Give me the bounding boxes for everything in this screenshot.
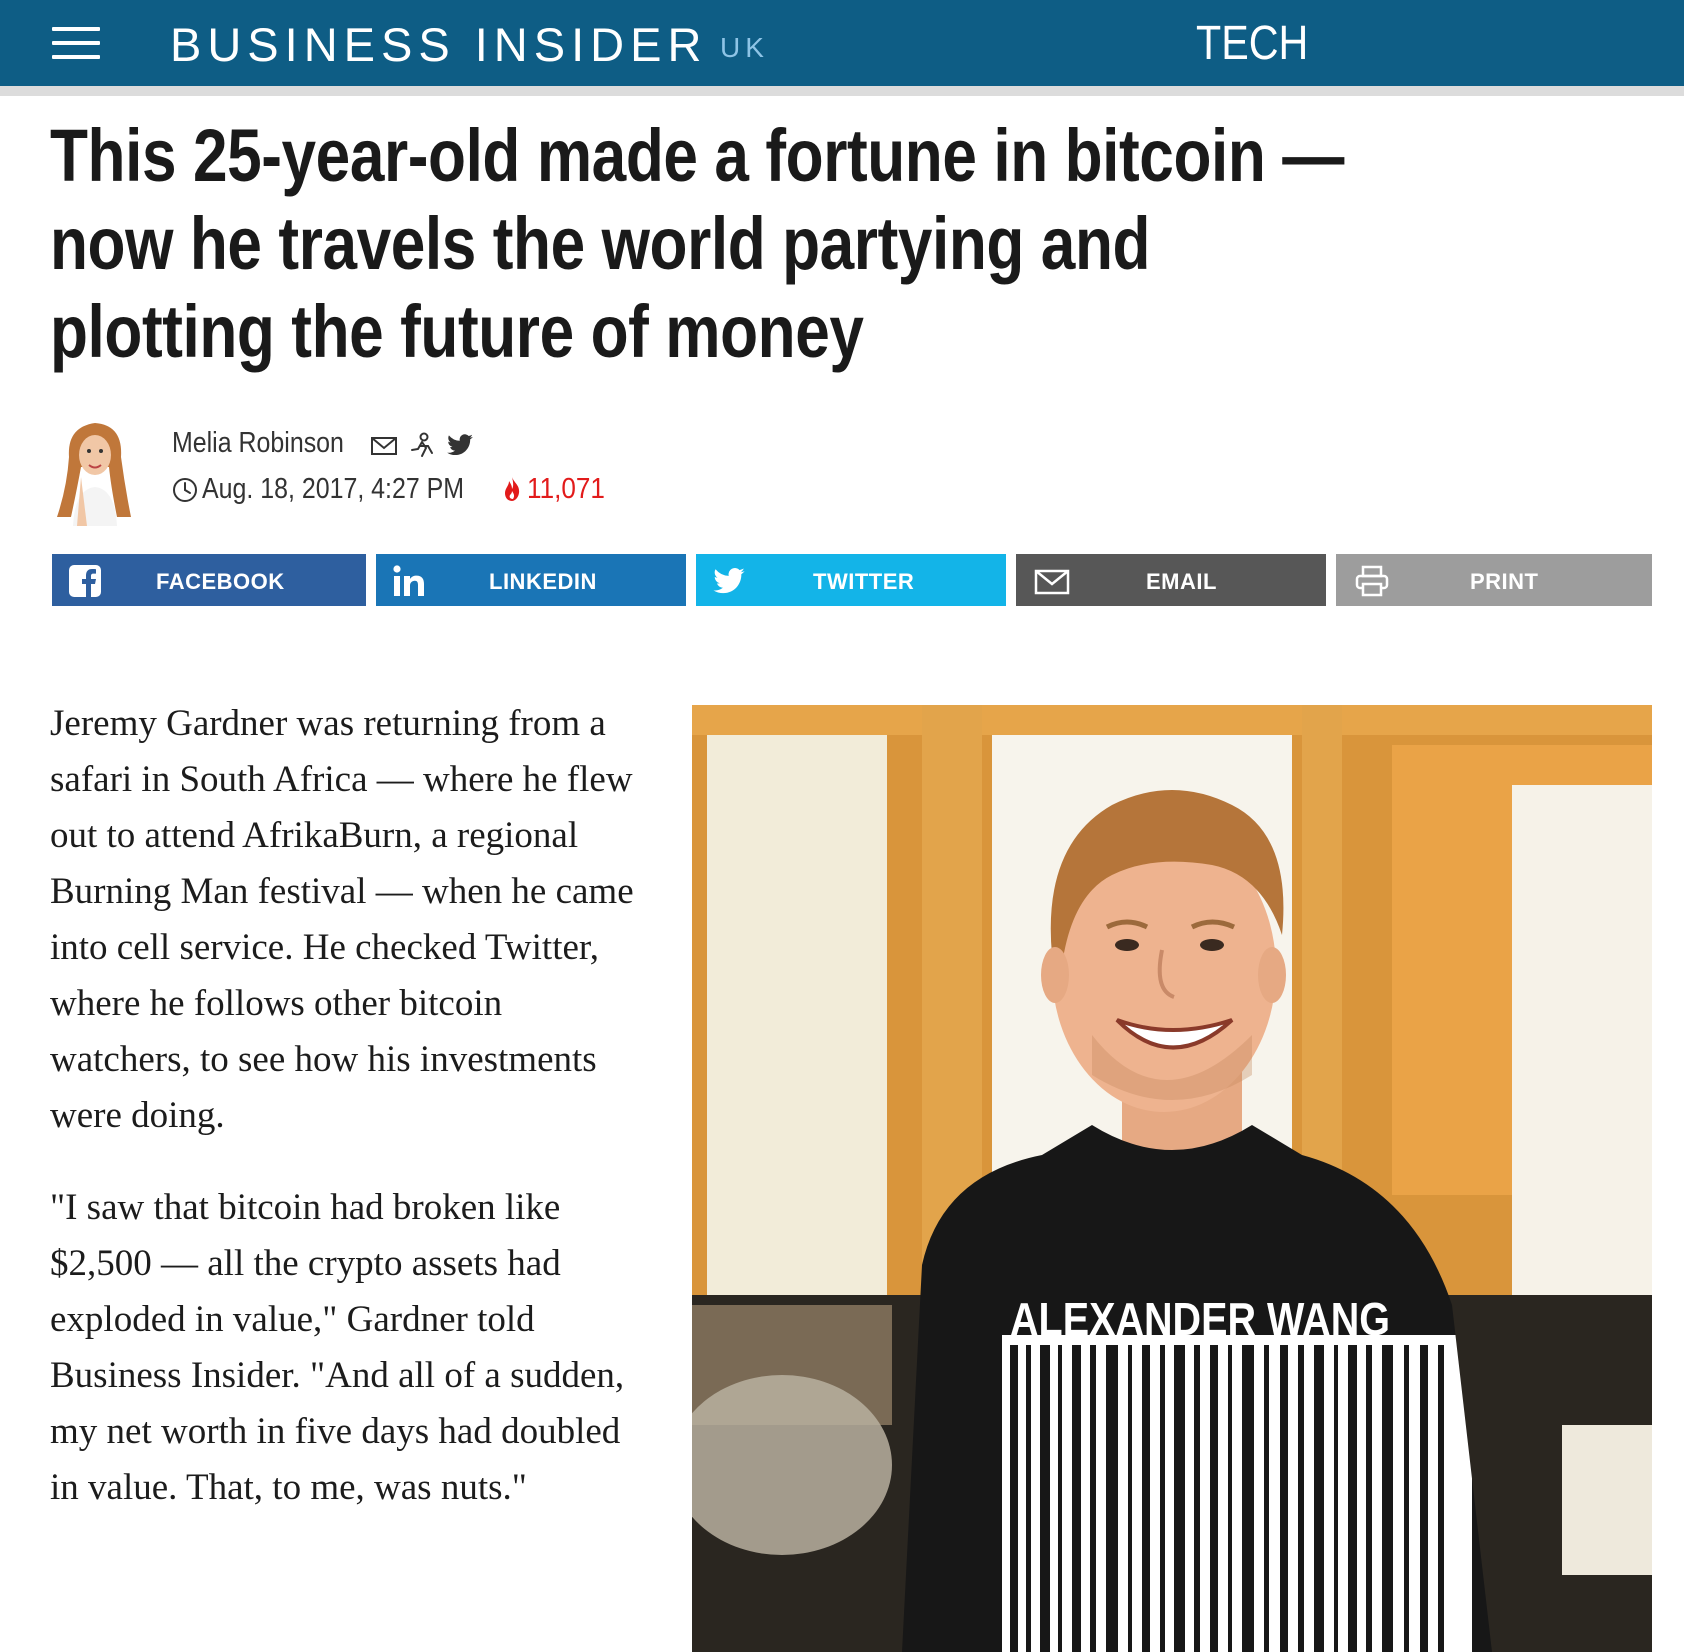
share-linkedin-label: LINKEDIN [489, 569, 597, 594]
linkedin-icon [392, 564, 426, 598]
share-email-button[interactable]: EMAIL [1016, 554, 1326, 606]
share-twitter-button[interactable]: TWITTER [696, 554, 1006, 606]
share-twitter-label: TWITTER [813, 569, 915, 594]
twitter-icon[interactable] [446, 431, 474, 459]
twitter-icon [712, 564, 746, 598]
share-facebook-label: FACEBOOK [156, 569, 285, 594]
print-label: PRINT [1470, 569, 1539, 594]
article-headline: This 25-year-old made a fortune in bitco… [50, 114, 1344, 373]
print-button[interactable]: PRINT [1336, 554, 1652, 606]
article-paragraph: Jeremy Gardner was returning from a safa… [50, 703, 634, 1136]
publish-date: Aug. 18, 2017, 4:27 PM [202, 473, 465, 505]
shirt-print-text: ALEXANDER WANG [1010, 1293, 1390, 1345]
article-body: Jeremy Gardner was returning from a safa… [50, 696, 650, 1552]
facebook-icon [68, 564, 102, 598]
article-hero-image: ALEXANDER WANG [692, 705, 1652, 1652]
author-contact-icons [370, 430, 474, 460]
fire-icon [502, 475, 522, 503]
section-title[interactable]: TECH [1196, 16, 1308, 71]
email-icon[interactable] [370, 431, 398, 459]
edition-label[interactable]: UK [720, 32, 769, 64]
share-email-label: EMAIL [1146, 569, 1217, 594]
article-paragraph: "I saw that bitcoin had broken like $2,5… [50, 1187, 625, 1508]
printer-icon [1354, 564, 1389, 598]
top-navigation-bar: BUSINESS INSIDER UK TECH [0, 0, 1684, 86]
email-icon [1034, 564, 1070, 598]
author-name[interactable]: Melia Robinson [172, 427, 344, 460]
header-divider [0, 86, 1684, 96]
clock-icon [172, 477, 198, 503]
author-avatar[interactable] [51, 417, 137, 526]
hamburger-menu-icon[interactable] [52, 27, 100, 59]
view-count: 11,071 [527, 473, 605, 505]
follow-author-icon[interactable] [408, 431, 436, 459]
site-logo[interactable]: BUSINESS INSIDER [170, 17, 707, 72]
share-linkedin-button[interactable]: LINKEDIN [376, 554, 686, 606]
share-facebook-button[interactable]: FACEBOOK [52, 554, 366, 606]
